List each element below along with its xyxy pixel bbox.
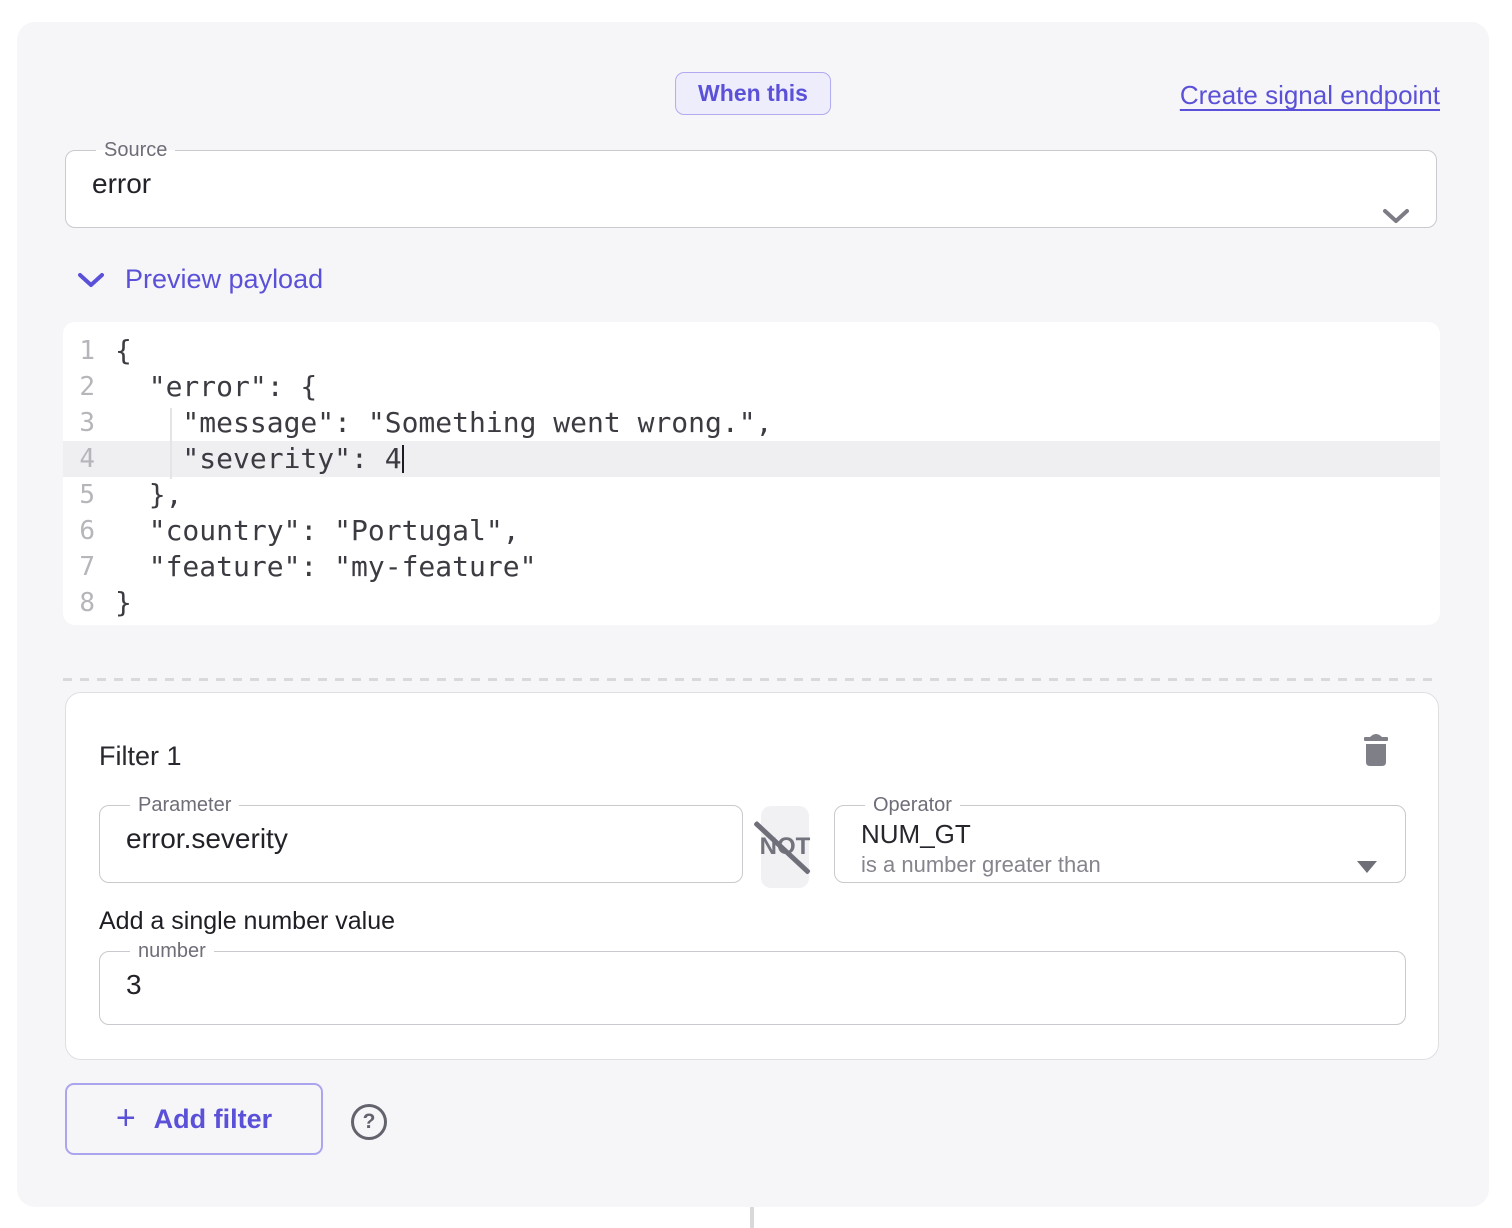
operator-select[interactable]: Operator NUM_GT is a number greater than (834, 793, 1406, 883)
operator-description: is a number greater than (851, 850, 1389, 878)
flow-connector-line (750, 1207, 754, 1228)
line-number: 1 (63, 333, 115, 369)
code-line[interactable]: 3 "message": "Something went wrong.", (63, 405, 1440, 441)
filter-card: Filter 1 Parameter error.severity NOT (65, 692, 1439, 1060)
payload-code-editor[interactable]: 1{2 "error": {3 "message": "Something we… (63, 322, 1440, 625)
dashed-divider (63, 678, 1440, 681)
text-cursor (402, 445, 404, 473)
value-hint-text: Add a single number value (99, 907, 395, 936)
triangle-down-icon (1357, 861, 1377, 873)
line-number: 5 (63, 477, 115, 513)
add-filter-button[interactable]: + Add filter (65, 1083, 323, 1155)
code-text: "country": "Portugal", (115, 513, 520, 549)
line-number: 8 (63, 585, 115, 621)
line-number: 7 (63, 549, 115, 585)
parameter-label: Parameter (130, 793, 239, 817)
source-value: error (82, 162, 1420, 200)
help-button[interactable]: ? (351, 1104, 387, 1140)
code-line[interactable]: 1{ (63, 333, 1440, 369)
code-line[interactable]: 2 "error": { (63, 369, 1440, 405)
code-text: "feature": "my-feature" (115, 549, 536, 585)
signal-editor-page: When this Create signal endpoint Source … (0, 0, 1512, 1228)
number-input[interactable]: number 3 (99, 939, 1406, 1025)
code-text: "error": { (115, 369, 317, 405)
filter-title: Filter 1 (99, 741, 182, 772)
code-line[interactable]: 5 }, (63, 477, 1440, 513)
code-text: } (115, 585, 132, 621)
line-number: 6 (63, 513, 115, 549)
code-text: { (115, 333, 132, 369)
code-line[interactable]: 7 "feature": "my-feature" (63, 549, 1440, 585)
line-number: 4 (63, 441, 115, 477)
code-text: "message": "Something went wrong.", (115, 405, 772, 441)
trash-icon (1360, 757, 1392, 772)
delete-filter-button[interactable] (1358, 729, 1394, 771)
when-this-button[interactable]: When this (675, 72, 831, 115)
code-text: "severity": 4 (115, 441, 404, 477)
code-line[interactable]: 8} (63, 585, 1440, 621)
not-toggle-button[interactable]: NOT (761, 806, 809, 888)
parameter-input[interactable]: Parameter error.severity (99, 793, 743, 883)
code-line[interactable]: 6 "country": "Portugal", (63, 513, 1440, 549)
chevron-down-icon (77, 271, 105, 289)
line-number: 3 (63, 405, 115, 441)
number-value: 3 (116, 963, 1389, 1001)
code-text: }, (115, 477, 182, 513)
chevron-down-icon (1382, 208, 1410, 229)
when-this-card: When this Create signal endpoint Source … (17, 22, 1489, 1207)
operator-label: Operator (865, 793, 960, 817)
preview-payload-toggle[interactable]: Preview payload (77, 264, 323, 295)
add-filter-label: Add filter (154, 1104, 273, 1135)
line-number: 2 (63, 369, 115, 405)
preview-payload-label: Preview payload (125, 264, 323, 295)
parameter-value: error.severity (116, 817, 726, 855)
code-line[interactable]: 4 "severity": 4 (63, 441, 1440, 477)
source-label: Source (96, 138, 175, 162)
plus-icon: + (116, 1101, 136, 1135)
operator-value: NUM_GT (851, 817, 1389, 850)
number-label: number (130, 939, 214, 963)
code-lines: 1{2 "error": {3 "message": "Something we… (63, 333, 1440, 621)
create-signal-endpoint-link[interactable]: Create signal endpoint (1180, 80, 1440, 111)
indent-guide (170, 408, 172, 479)
source-select[interactable]: Source error (65, 138, 1437, 228)
question-mark-icon: ? (363, 1110, 376, 1134)
